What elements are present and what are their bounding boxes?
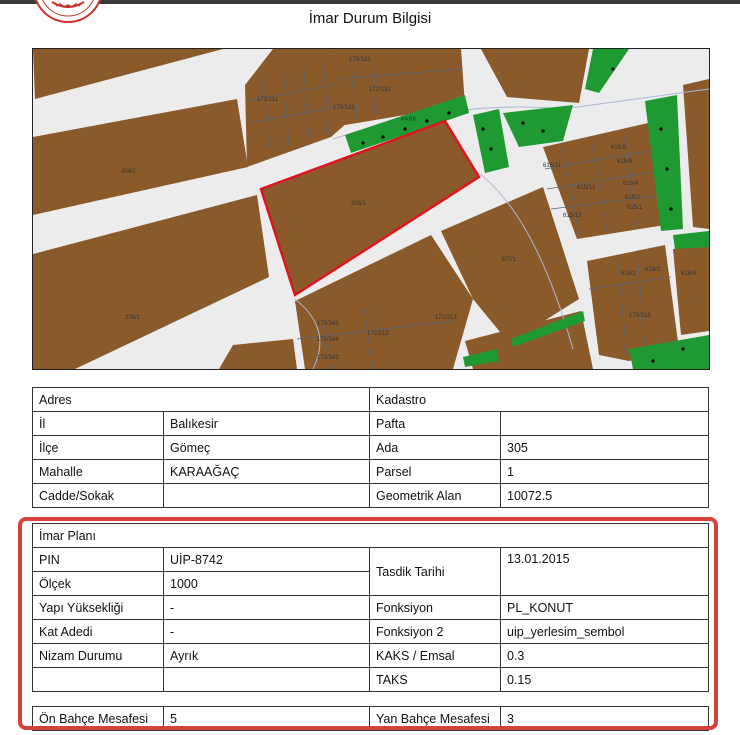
zoning-plan-table: İmar Planı PIN UİP-8742 Tasdik Tarihi 13…: [31, 523, 710, 692]
floor-count-value: -: [163, 619, 370, 644]
neighborhood-label: Mahalle: [32, 459, 164, 484]
province-label: İl: [32, 411, 164, 436]
map-label: 615/2: [625, 195, 641, 201]
map-label: 172/213: [435, 315, 457, 321]
map-label: PARK: [401, 117, 417, 123]
map-label: 615/8: [611, 145, 627, 151]
approval-date-label: Tasdik Tarihi: [369, 547, 501, 596]
map-label: 172/133: [333, 105, 355, 111]
pin-value: UİP-8742: [163, 547, 370, 572]
province-value: Balıkesir: [163, 411, 370, 436]
map-label: 172/212: [367, 331, 389, 337]
map-label: 615/13: [563, 213, 582, 219]
map-label: 618/2: [621, 271, 637, 277]
setback-table: Ön Bahçe Mesafesi 5 Yan Bahçe Mesafesi 3: [32, 706, 709, 731]
scale-label: Ölçek: [32, 571, 164, 596]
map-label: 306/1: [125, 315, 141, 321]
address-table: Adres Kadastro İl Balıkesir Pafta İlçe G…: [32, 387, 709, 508]
map-label: 615/9: [617, 159, 633, 165]
function-2-label: Fonksiyon 2: [369, 619, 501, 644]
map-label: 172/111: [257, 97, 278, 103]
parcel-value: 1: [500, 459, 709, 484]
block-value: 305: [500, 435, 709, 460]
map-label: 615/4: [623, 181, 639, 187]
function-2-value: uip_yerlesim_sembol: [499, 619, 710, 644]
parcel-label: Parsel: [369, 459, 501, 484]
function-label: Fonksiyon: [369, 595, 501, 620]
map-label: 618/3: [645, 267, 661, 273]
map-label: 615/1: [627, 205, 643, 211]
taks-value: 0.15: [499, 667, 710, 692]
district-label: İlçe: [32, 435, 164, 460]
pin-label: PIN: [32, 547, 164, 572]
front-setback-label: Ön Bahçe Mesafesi: [32, 706, 164, 731]
empty-cell: [163, 667, 370, 692]
taks-label: TAKS: [369, 667, 501, 692]
approval-date-value: 13.01.2015: [499, 547, 710, 596]
sheet-label: Pafta: [369, 411, 501, 436]
map-label: 172/132: [369, 87, 391, 93]
map-label: 172/131: [349, 57, 371, 63]
area-label: Geometrik Alan: [369, 483, 501, 508]
map-label: 172/344: [317, 337, 339, 343]
map-label: 307/1: [501, 257, 517, 263]
address-header: Adres: [32, 387, 370, 412]
street-value: [163, 483, 370, 508]
side-setback-value: 3: [500, 706, 709, 731]
kaks-value: 0.3: [499, 643, 710, 668]
page-title: İmar Durum Bilgisi: [308, 10, 432, 27]
map-label: 305/1: [351, 201, 367, 207]
scale-value: 1000: [163, 571, 370, 596]
function-value: PL_KONUT: [499, 595, 710, 620]
side-setback-label: Yan Bahçe Mesafesi: [369, 706, 501, 731]
neighborhood-value: KARAAĞAÇ: [163, 459, 370, 484]
order-status-label: Nizam Durumu: [32, 643, 164, 668]
map-label: 304/1: [121, 169, 137, 175]
empty-cell: [32, 667, 164, 692]
zoning-map[interactable]: 304/1 305/1 306/1 307/1 172/111 172/132 …: [32, 48, 710, 370]
floor-count-label: Kat Adedi: [32, 619, 164, 644]
map-label: 615/12: [577, 185, 596, 191]
map-label: 172/343: [317, 321, 339, 327]
map-label: 172/342: [317, 355, 339, 361]
street-label: Cadde/Sokak: [32, 483, 164, 508]
front-setback-value: 5: [163, 706, 370, 731]
block-label: Ada: [369, 435, 501, 460]
order-status-value: Ayrık: [163, 643, 370, 668]
building-height-value: -: [163, 595, 370, 620]
top-bar: [0, 0, 740, 4]
zoning-plan-header: İmar Planı: [31, 523, 710, 548]
area-value: 10072.5: [500, 483, 709, 508]
kaks-label: KAKS / Emsal: [369, 643, 501, 668]
cadastre-header: Kadastro: [369, 387, 709, 412]
map-label: 172/216: [629, 313, 651, 319]
building-height-label: Yapı Yüksekliği: [32, 595, 164, 620]
map-label: 615/11: [543, 163, 562, 169]
district-value: Gömeç: [163, 435, 370, 460]
map-label: 618/4: [681, 271, 697, 277]
sheet-value: [500, 411, 709, 436]
